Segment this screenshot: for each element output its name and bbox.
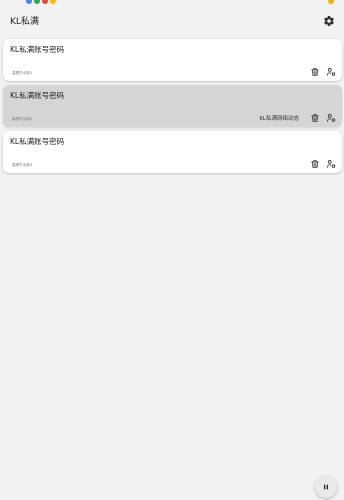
status-dot — [50, 0, 56, 4]
account-settings-button[interactable] — [326, 159, 336, 169]
person-settings-icon — [326, 160, 336, 168]
status-dot — [34, 0, 40, 4]
status-indicator — [328, 0, 334, 4]
account-settings-button[interactable] — [326, 113, 336, 123]
card-subtitle: 高德节点新1 — [12, 71, 33, 75]
card-title: KL私满账号密码 — [10, 91, 65, 100]
pause-icon — [324, 484, 328, 490]
delete-button[interactable] — [310, 113, 320, 123]
delete-button[interactable] — [310, 67, 320, 77]
card-title: KL私满账号密码 — [10, 45, 65, 54]
status-text: KL私满网络动态 — [259, 116, 299, 122]
pause-button[interactable] — [315, 476, 337, 498]
trash-icon — [311, 114, 319, 122]
list-item[interactable]: KL私满账号密码 高德节点新3 — [3, 131, 342, 173]
account-settings-button[interactable] — [326, 67, 336, 77]
person-settings-icon — [326, 68, 336, 76]
account-list: KL私满账号密码 高德节点新1 KL私满账号密码 高德节点新2 KL私满网络动态 — [3, 39, 342, 177]
list-item[interactable]: KL私满账号密码 高德节点新2 KL私满网络动态 — [3, 85, 342, 127]
trash-icon — [311, 68, 319, 76]
status-dot — [26, 0, 32, 4]
status-dots — [26, 0, 56, 4]
card-subtitle: 高德节点新2 — [12, 117, 33, 121]
app-bar: KL私满 — [0, 6, 344, 34]
app-title: KL私满 — [10, 17, 39, 27]
card-subtitle: 高德节点新3 — [12, 163, 33, 167]
list-item[interactable]: KL私满账号密码 高德节点新1 — [3, 39, 342, 81]
status-dot — [42, 0, 48, 4]
card-title: KL私满账号密码 — [10, 137, 65, 146]
person-settings-icon — [326, 114, 336, 122]
trash-icon — [311, 160, 319, 168]
gear-icon — [324, 15, 334, 26]
delete-button[interactable] — [310, 159, 320, 169]
settings-button[interactable] — [323, 15, 335, 27]
